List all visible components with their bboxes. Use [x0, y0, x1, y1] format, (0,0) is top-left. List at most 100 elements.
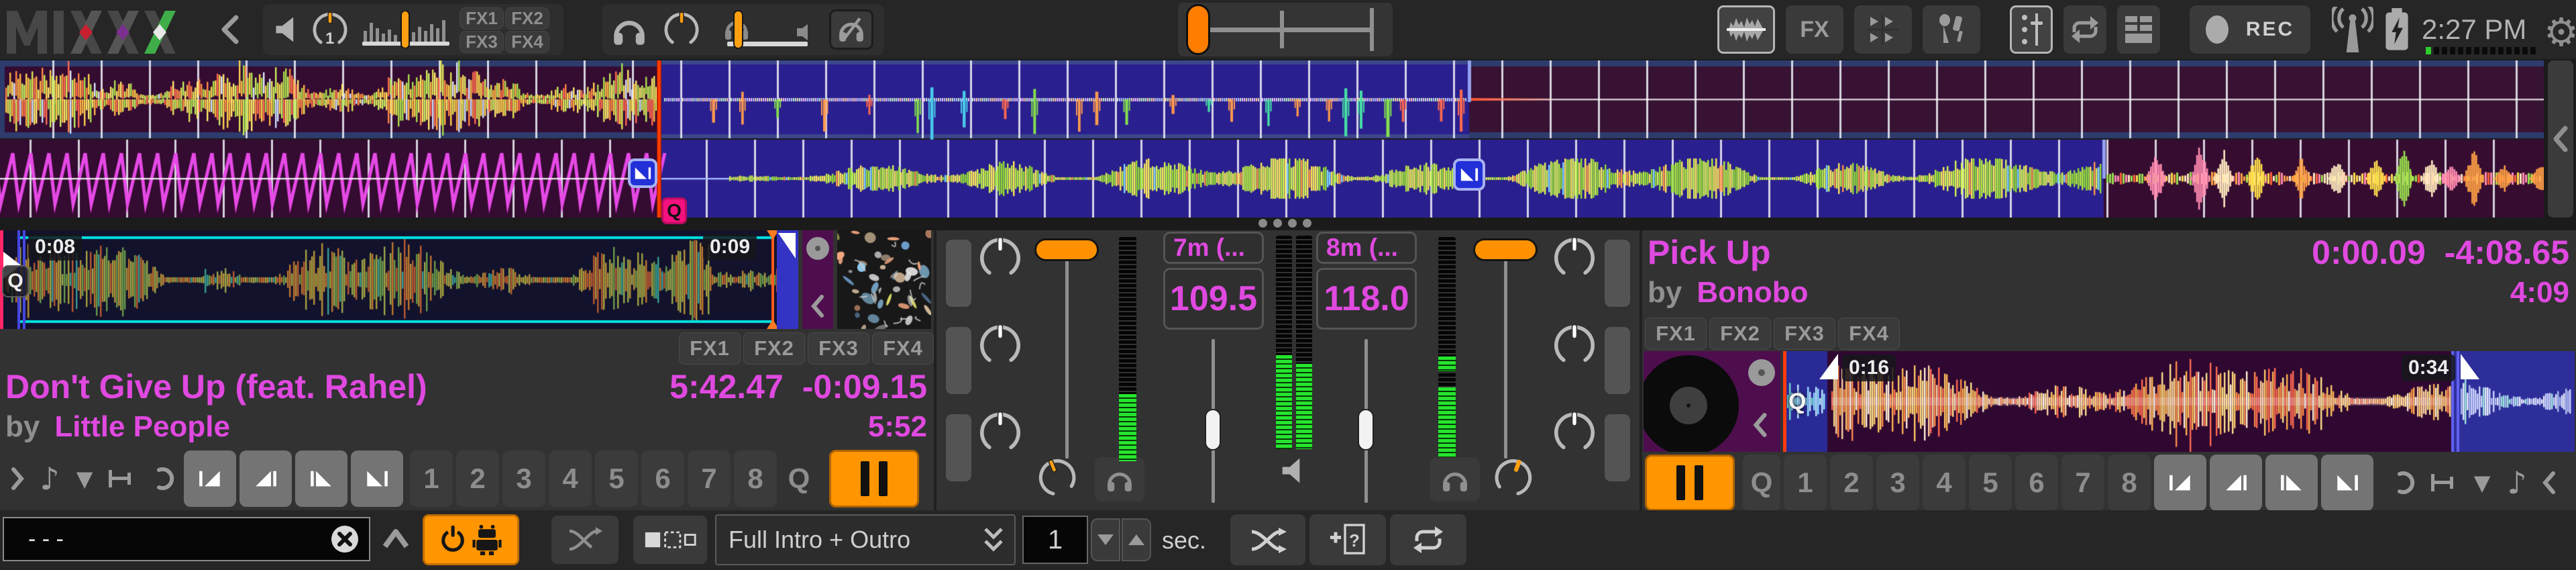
autodj-add-random-button[interactable]: ?: [1309, 514, 1386, 565]
deck2-hotcue-5[interactable]: 5: [1969, 455, 2012, 511]
deck1-pitch-fader[interactable]: [1205, 409, 1221, 450]
autodj-transition-mode-icon-button[interactable]: [633, 516, 707, 564]
deck2-overview-waveform[interactable]: Q 0:16 0:34: [1783, 351, 2575, 452]
search-box[interactable]: - - -: [3, 517, 370, 561]
deck2-outro-end-button[interactable]: [2321, 455, 2373, 511]
deck2-eq-high-knob[interactable]: [1552, 236, 1597, 280]
deck1-eq-low-kill[interactable]: [946, 414, 971, 481]
deck1-album-art[interactable]: [837, 230, 931, 329]
transition-time-spinbox[interactable]: 1: [1022, 516, 1088, 564]
mic-eq-visualizer[interactable]: [362, 11, 449, 48]
deck1-outro-end-button[interactable]: [351, 450, 403, 507]
effects-toggle-button[interactable]: FX: [1786, 5, 1843, 54]
autodj-enable-button[interactable]: [423, 514, 519, 565]
deck1-mini-vinyl[interactable]: [806, 237, 829, 260]
deck1-overview-waveform[interactable]: 0:08 Q 0:09: [0, 230, 798, 329]
search-clear-icon[interactable]: [330, 524, 360, 554]
settings-gear-icon[interactable]: ⚙: [2544, 9, 2576, 55]
headphone-split-toggle[interactable]: [829, 9, 873, 50]
deck2-eq-low-knob[interactable]: [1552, 410, 1597, 455]
deck2-outro-start-button[interactable]: [2265, 455, 2318, 511]
deck2-pfl-button[interactable]: [1430, 457, 1480, 502]
deck2-eq-mid-knob[interactable]: [1552, 323, 1597, 367]
toolbar-collapse-left-icon[interactable]: [219, 15, 241, 44]
deck1-hotcue-7[interactable]: 7: [688, 450, 731, 507]
record-button[interactable]: REC: [2190, 5, 2310, 54]
deck1-hotcue-6[interactable]: 6: [641, 450, 684, 507]
deck2-key-down-icon[interactable]: ▼: [2465, 470, 2500, 495]
headphone-mix-slider[interactable]: [722, 9, 822, 50]
deck2-slip-mode-icon[interactable]: [2383, 471, 2424, 495]
deck1-outro-start-marker[interactable]: [628, 158, 657, 188]
search-input-value[interactable]: - - -: [28, 526, 330, 553]
master-speaker-icon[interactable]: [1280, 456, 1309, 485]
library-toggle-button[interactable]: [2117, 5, 2160, 54]
deck1-hotcue-2[interactable]: 2: [456, 450, 499, 507]
deck2-eq-low-kill[interactable]: [1605, 414, 1630, 481]
deck2-beatgrid-icon[interactable]: [2424, 471, 2465, 494]
deck1-fx3-button[interactable]: FX3: [808, 332, 869, 365]
waveform-splitter-handle[interactable]: [1258, 219, 1318, 228]
deck1-outro-start-button[interactable]: [295, 450, 347, 507]
deck1-cue-button[interactable]: Q: [780, 450, 818, 507]
broadcast-antenna-icon[interactable]: [2332, 7, 2373, 52]
mic-fx1-button[interactable]: FX1: [460, 7, 504, 30]
autodj-repeat-button[interactable]: [1390, 514, 1466, 565]
deck2-hotcue-6[interactable]: 6: [2015, 455, 2058, 511]
deck2-hotcue-7[interactable]: 7: [2061, 455, 2104, 511]
deck2-cue-button[interactable]: Q: [1743, 455, 1780, 511]
crossfader-handle[interactable]: [1186, 4, 1210, 55]
deck2-bpm-display[interactable]: 118.0: [1316, 268, 1417, 330]
deck2-intro-end-button[interactable]: [2210, 455, 2262, 511]
deck2-hotcue-2[interactable]: 2: [1830, 455, 1873, 511]
deck1-beatgrid-icon[interactable]: [102, 467, 142, 490]
deck1-key-down-icon[interactable]: ▼: [67, 466, 102, 491]
deck2-eq-mid-kill[interactable]: [1605, 327, 1630, 394]
deck1-hotcue-5[interactable]: 5: [595, 450, 638, 507]
autodj-skip-next-button[interactable]: [551, 516, 619, 564]
deck1-eq-mid-kill[interactable]: [946, 327, 971, 394]
deck1-eq-high-knob[interactable]: [978, 236, 1022, 280]
crossfader[interactable]: [1178, 3, 1393, 56]
deck2-intro-start-button[interactable]: [2154, 455, 2206, 511]
deck1-intro-start-button[interactable]: [184, 450, 236, 507]
waveforms-toggle-button[interactable]: [1717, 5, 1775, 54]
mic-fx4-button[interactable]: FX4: [505, 31, 549, 53]
deck2-mini-vinyl[interactable]: [1748, 359, 1775, 386]
deck2-quick-effect-knob[interactable]: [1493, 457, 1534, 497]
deck1-hotcue-4[interactable]: 4: [549, 450, 592, 507]
mic-fx3-button[interactable]: FX3: [460, 31, 504, 53]
deck2-hotcue-8[interactable]: 8: [2108, 455, 2151, 511]
deck2-hotcue-1[interactable]: 1: [1784, 455, 1827, 511]
deck2-hotcue-4[interactable]: 4: [1923, 455, 1966, 511]
mic-fx2-button[interactable]: FX2: [505, 7, 549, 30]
spin-down-button[interactable]: [1091, 518, 1120, 561]
deck2-vinyl[interactable]: [1644, 355, 1739, 452]
deck2-cue-marker[interactable]: Q: [661, 197, 687, 224]
deck1-eq-mid-knob[interactable]: [978, 323, 1022, 367]
library-maximize-icon[interactable]: [380, 525, 412, 552]
deck1-expand-icon[interactable]: [3, 467, 32, 491]
deck2-hotcue-3[interactable]: 3: [1876, 455, 1919, 511]
mixer-toggle-button[interactable]: [2010, 5, 2053, 54]
deck2-fx4-button[interactable]: FX4: [1838, 318, 1900, 350]
deck1-spinny-collapse-icon[interactable]: [810, 295, 825, 318]
deck2-volume-fader[interactable]: [1473, 238, 1538, 261]
autodj-shuffle-button[interactable]: [1230, 514, 1305, 565]
transition-time-value[interactable]: 1: [1048, 525, 1063, 555]
headphone-gain-knob[interactable]: [663, 11, 700, 48]
deck2-fx3-button[interactable]: FX3: [1774, 318, 1835, 350]
deck1-bpm-display[interactable]: 109.5: [1163, 268, 1264, 330]
deck1-eq-high-kill[interactable]: [946, 240, 971, 307]
deck1-outro-end-marker[interactable]: [1453, 158, 1485, 191]
deck2-fx1-button[interactable]: FX1: [1645, 318, 1707, 350]
deck2-key-display[interactable]: 8m (...: [1316, 232, 1417, 264]
deck2-keylock-icon[interactable]: ♪: [2500, 465, 2534, 501]
deck1-play-pause-button[interactable]: [829, 450, 919, 508]
deck1-intro-end-button[interactable]: [239, 450, 292, 507]
deck1-volume-fader[interactable]: [1034, 238, 1099, 261]
deck1-eq-low-knob[interactable]: [978, 410, 1022, 455]
deck2-fx2-button[interactable]: FX2: [1709, 318, 1771, 350]
deck1-slip-mode-icon[interactable]: [142, 467, 184, 491]
transition-mode-select[interactable]: Full Intro + Outro: [715, 514, 1016, 565]
